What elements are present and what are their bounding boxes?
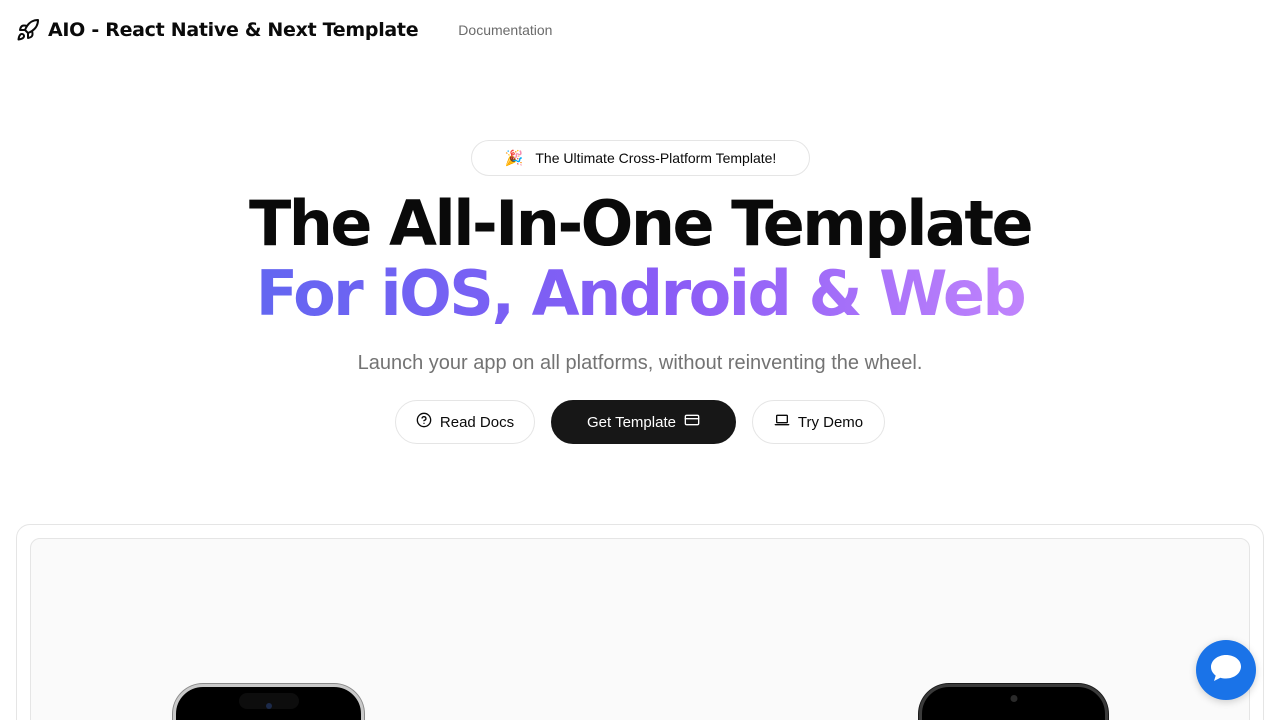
badge-text: The Ultimate Cross-Platform Template! bbox=[535, 150, 777, 166]
hero-subtitle: Launch your app on all platforms, withou… bbox=[357, 352, 923, 374]
brand[interactable]: AIO - React Native & Next Template bbox=[16, 18, 419, 42]
get-template-button[interactable]: Get Template bbox=[551, 400, 736, 444]
laptop-icon bbox=[774, 412, 790, 432]
try-demo-button[interactable]: Try Demo bbox=[752, 400, 885, 444]
android-phone-mockup bbox=[919, 684, 1108, 720]
party-popper-icon: 🎉 bbox=[504, 150, 524, 167]
announcement-badge[interactable]: 🎉 The Ultimate Cross-Platform Template! bbox=[471, 140, 810, 176]
camera-icon bbox=[265, 703, 272, 709]
brand-title: AIO - React Native & Next Template bbox=[48, 19, 419, 41]
get-template-label: Get Template bbox=[587, 413, 676, 431]
credit-card-icon bbox=[684, 412, 700, 432]
page: AIO - React Native & Next Template Docum… bbox=[0, 0, 1280, 720]
read-docs-label: Read Docs bbox=[439, 413, 515, 431]
hero-headline-platforms: For iOS, Android & Web bbox=[0, 259, 1280, 329]
chat-widget-button[interactable] bbox=[1196, 640, 1256, 700]
nav-documentation[interactable]: Documentation bbox=[458, 22, 552, 38]
gradient-headline-text: For iOS, Android & Web bbox=[255, 257, 1027, 330]
iphone-mockup bbox=[173, 684, 364, 720]
top-nav: AIO - React Native & Next Template Docum… bbox=[0, 0, 1280, 60]
hero-headline: The All-In-One Template bbox=[248, 187, 1034, 260]
chat-bubble-icon bbox=[1209, 653, 1243, 688]
rocket-icon bbox=[16, 18, 40, 42]
camera-icon bbox=[1010, 695, 1017, 702]
help-circle-icon bbox=[416, 412, 432, 432]
read-docs-button[interactable]: Read Docs bbox=[395, 400, 535, 444]
try-demo-label: Try Demo bbox=[797, 413, 864, 431]
